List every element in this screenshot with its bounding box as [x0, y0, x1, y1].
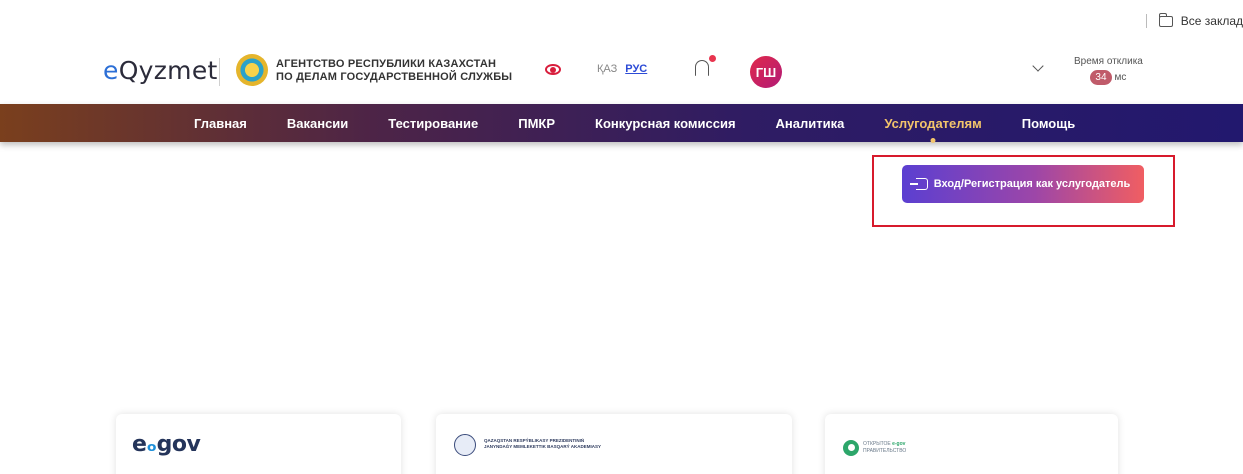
header-divider [219, 58, 220, 86]
academy-name: QAZAQSTAN RESPÝBLIKASY PREZIDENTINIŃ JAN… [484, 438, 601, 450]
response-time-unit: мс [1114, 72, 1127, 83]
login-button-label: Вход/Регистрация как услугодатель [933, 178, 1131, 190]
eqyzmet-logo[interactable]: eQyzmet [103, 56, 218, 85]
partner-card-egov[interactable]: eₒgov [116, 414, 401, 474]
response-time: Время отклика 34 мс [1074, 56, 1143, 85]
partner-card-academy[interactable]: QAZAQSTAN RESPÝBLIKASY PREZIDENTINIŃ JAN… [436, 414, 792, 474]
main-navigation: Главная Вакансии Тестирование ПМКР Конку… [0, 104, 1243, 142]
academy-line-2: JANYNDAǴY MEMLEKETTIK BASQARÝ AKADEMIASY [484, 444, 602, 449]
nav-item-home[interactable]: Главная [194, 116, 247, 131]
response-time-badge: 34 [1090, 70, 1112, 85]
page: Все заклад eQyzmet АГЕНТСТВО РЕСПУБЛИКИ … [0, 0, 1243, 474]
lang-rus-link[interactable]: РУС [625, 63, 647, 75]
nav-item-competition-commission[interactable]: Конкурсная комиссия [595, 116, 736, 131]
site-header: eQyzmet АГЕНТСТВО РЕСПУБЛИКИ КАЗАХСТАН П… [0, 48, 1243, 94]
response-time-label: Время отклика [1074, 56, 1143, 67]
partner-card-open-government[interactable]: ОТКРЫТОЕ e-gov ПРАВИТЕЛЬСТВО [825, 414, 1118, 474]
notifications-bell-icon[interactable] [695, 55, 716, 76]
all-bookmarks-link[interactable]: Все заклад [1181, 14, 1243, 28]
folder-icon [1158, 12, 1173, 27]
accessibility-eye-icon[interactable] [545, 64, 561, 75]
bookmarks-separator [1145, 14, 1147, 28]
egov-logo-dot: ₒ [146, 432, 157, 457]
egov-logo: eₒgov [132, 432, 201, 457]
open-government-line-2: ПРАВИТЕЛЬСТВО [863, 448, 907, 454]
nav-item-testing[interactable]: Тестирование [388, 116, 478, 131]
egov-logo-gov: gov [156, 432, 201, 457]
nav-item-help[interactable]: Помощь [1022, 116, 1075, 131]
logo-prefix: e [103, 56, 119, 85]
state-emblem-icon [236, 54, 268, 86]
nav-item-vacancies[interactable]: Вакансии [287, 116, 348, 131]
open-government-egov: e-gov [892, 441, 906, 447]
response-time-value: 34 мс [1074, 70, 1143, 85]
open-government-line-1: ОТКРЫТОЕ e-gov [863, 441, 906, 448]
open-government-icon [843, 440, 859, 456]
login-icon [909, 178, 928, 190]
nav-items: Главная Вакансии Тестирование ПМКР Конку… [194, 104, 1115, 142]
agency-name: АГЕНТСТВО РЕСПУБЛИКИ КАЗАХСТАН ПО ДЕЛАМ … [276, 58, 512, 84]
open-government-name: ОТКРЫТОЕ e-gov ПРАВИТЕЛЬСТВО [863, 441, 906, 455]
lang-kaz-link[interactable]: ҚАЗ [597, 63, 617, 75]
nav-item-service-providers[interactable]: Услугодателям [884, 116, 981, 131]
provider-login-button[interactable]: Вход/Регистрация как услугодатель [902, 165, 1144, 203]
logo-rest: Qyzmet [118, 56, 218, 85]
agency-line-2: ПО ДЕЛАМ ГОСУДАРСТВЕННОЙ СЛУЖБЫ [276, 71, 513, 83]
chevron-down-icon[interactable] [1032, 60, 1044, 72]
nav-item-analytics[interactable]: Аналитика [776, 116, 845, 131]
agency-line-1: АГЕНТСТВО РЕСПУБЛИКИ КАЗАХСТАН [276, 58, 497, 70]
nav-item-pmkr[interactable]: ПМКР [518, 116, 555, 131]
language-switcher: ҚАЗ РУС [597, 63, 647, 75]
open-government-word: ОТКРЫТОЕ [863, 441, 893, 447]
egov-logo-e: e [132, 432, 147, 457]
bookmarks-bar: Все заклад [1145, 12, 1243, 28]
academy-emblem-icon [454, 434, 476, 456]
user-avatar[interactable]: ГШ [750, 56, 782, 88]
